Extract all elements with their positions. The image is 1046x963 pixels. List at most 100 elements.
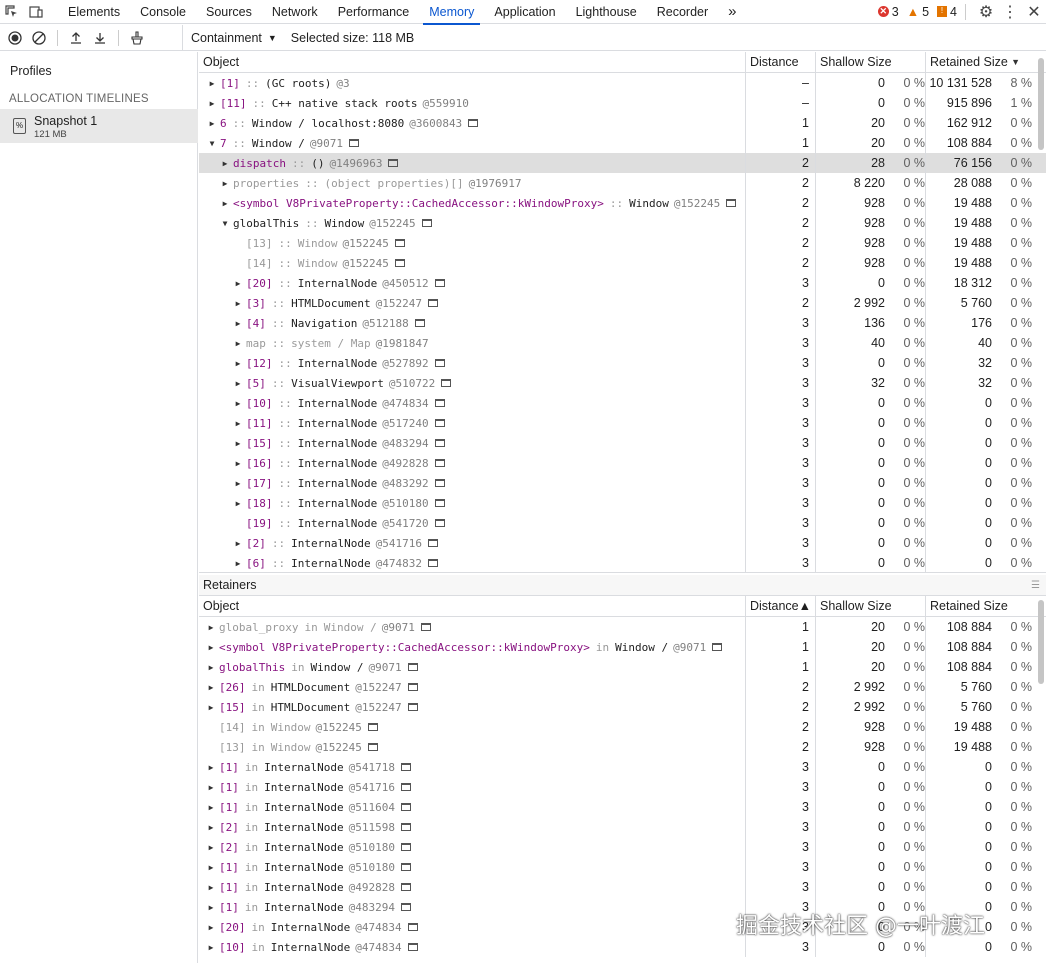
inspect-element-icon[interactable] — [0, 0, 24, 24]
heap-row[interactable]: ▶ 6:: Window / localhost:8080 @3600843 1 20 0 … — [199, 113, 1046, 133]
scrollbar[interactable] — [1038, 58, 1044, 150]
tab-lighthouse[interactable]: Lighthouse — [566, 0, 647, 24]
reveal-in-panel-icon[interactable] — [434, 419, 445, 427]
heap-row[interactable]: ▶ [20]:: InternalNode @450512 3 0 0 % 18 312 0 % — [199, 273, 1046, 293]
close-icon[interactable]: ✕ — [1022, 0, 1046, 24]
reveal-in-panel-icon[interactable] — [726, 199, 737, 207]
warning-count[interactable]: ▲ 5 — [907, 5, 929, 19]
expand-arrow-icon[interactable]: ▶ — [206, 703, 216, 712]
tab-console[interactable]: Console — [130, 0, 196, 24]
heap-row[interactable]: ▶ [12]:: InternalNode @527892 3 0 0 % 32 0 % — [199, 353, 1046, 373]
heap-row[interactable]: ▶ map:: system / Map @1981847 3 40 0 % 40 0 % — [199, 333, 1046, 353]
tab-application[interactable]: Application — [484, 0, 565, 24]
expand-arrow-icon[interactable]: ▶ — [233, 399, 243, 408]
reveal-in-panel-icon[interactable] — [427, 299, 438, 307]
reveal-in-panel-icon[interactable] — [388, 159, 399, 167]
reveal-in-panel-icon[interactable] — [407, 923, 418, 931]
column-retained-size[interactable]: Retained Size ▼ — [926, 52, 1036, 73]
reveal-in-panel-icon[interactable] — [400, 863, 411, 871]
tab-performance[interactable]: Performance — [328, 0, 420, 24]
expand-arrow-icon[interactable]: ▶ — [206, 683, 216, 692]
expand-arrow-icon[interactable]: ▶ — [207, 119, 217, 128]
heap-row[interactable]: ▶ [3]:: HTMLDocument @152247 2 2 992 0 % 5 760 0… — [199, 293, 1046, 313]
reveal-in-panel-icon[interactable] — [420, 623, 431, 631]
heap-row[interactable]: ▶ [6]:: InternalNode @474832 3 0 0 % 0 0 % — [199, 553, 1046, 573]
more-options-icon[interactable]: ⋮ — [998, 0, 1022, 24]
tab-sources[interactable]: Sources — [196, 0, 262, 24]
reveal-in-panel-icon[interactable] — [712, 643, 723, 651]
upload-icon[interactable] — [64, 26, 88, 50]
heap-row[interactable]: ▶ [18]:: InternalNode @510180 3 0 0 % 0 0 % — [199, 493, 1046, 513]
expand-arrow-icon[interactable]: ▶ — [206, 883, 216, 892]
expanded-arrow-icon[interactable]: ▼ — [220, 219, 230, 228]
retainer-row[interactable]: ▶ [26] in HTMLDocument @152247 2 2 992 0 % 5 760… — [199, 677, 1046, 697]
heap-row[interactable]: ▶ properties:: (object properties)[] @19769… — [199, 173, 1046, 193]
reveal-in-panel-icon[interactable] — [407, 703, 418, 711]
reveal-in-panel-icon[interactable] — [468, 119, 479, 127]
snapshot-item[interactable]: % Snapshot 1 121 MB — [0, 109, 198, 143]
expand-arrow-icon[interactable]: ▶ — [233, 439, 243, 448]
retainer-row[interactable]: ▶ [1] in InternalNode @510180 3 0 0 % 0 0 % — [199, 857, 1046, 877]
reveal-in-panel-icon[interactable] — [407, 683, 418, 691]
retainer-row[interactable]: ▶ [1] in InternalNode @511604 3 0 0 % 0 0 % — [199, 797, 1046, 817]
tab-recorder[interactable]: Recorder — [647, 0, 718, 24]
heap-row[interactable]: ▶ [16]:: InternalNode @492828 3 0 0 % 0 0 % — [199, 453, 1046, 473]
expand-arrow-icon[interactable]: ▶ — [220, 179, 230, 188]
expand-arrow-icon[interactable]: ▶ — [233, 379, 243, 388]
retainer-row[interactable]: ▶ [1] in InternalNode @492828 3 0 0 % 0 0 % — [199, 877, 1046, 897]
expand-arrow-icon[interactable]: ▶ — [206, 943, 216, 952]
expanded-arrow-icon[interactable]: ▼ — [207, 139, 217, 148]
clear-icon[interactable] — [27, 26, 51, 50]
expand-arrow-icon[interactable]: ▶ — [206, 803, 216, 812]
retainer-row[interactable]: [13] in Window @152245 2 928 0 % 19 488 0 % — [199, 737, 1046, 757]
reveal-in-panel-icon[interactable] — [441, 379, 452, 387]
ret-column-retained-size[interactable]: Retained Size — [926, 596, 1036, 617]
download-icon[interactable] — [88, 26, 112, 50]
heap-row[interactable]: [13]:: Window @152245 2 928 0 % 19 488 0 % — [199, 233, 1046, 253]
reveal-in-panel-icon[interactable] — [434, 359, 445, 367]
reveal-in-panel-icon[interactable] — [367, 743, 378, 751]
view-select[interactable]: Containment ▼ — [191, 31, 277, 45]
ret-column-distance[interactable]: Distance▲ — [746, 595, 816, 617]
heap-row[interactable]: ▶ [17]:: InternalNode @483292 3 0 0 % 0 0 % — [199, 473, 1046, 493]
retainer-row[interactable]: ▶ [1] in InternalNode @541716 3 0 0 % 0 0 % — [199, 777, 1046, 797]
reveal-in-panel-icon[interactable] — [427, 559, 438, 567]
expand-arrow-icon[interactable]: ▶ — [206, 623, 216, 632]
error-count[interactable]: ✕ 3 — [877, 5, 899, 19]
expand-arrow-icon[interactable]: ▶ — [233, 319, 243, 328]
heap-row[interactable]: ▶ [11]:: C++ native stack roots @559910–0 0 … — [199, 93, 1046, 113]
expand-arrow-icon[interactable]: ▶ — [233, 359, 243, 368]
ret-column-shallow-size[interactable]: Shallow Size — [816, 595, 926, 617]
retainer-row[interactable]: ▶ <symbol V8PrivateProperty::CachedAccess… — [199, 637, 1046, 657]
expand-arrow-icon[interactable]: ▶ — [233, 479, 243, 488]
reveal-in-panel-icon[interactable] — [348, 139, 359, 147]
heap-row[interactable]: [19]:: InternalNode @541720 3 0 0 % 0 0 % — [199, 513, 1046, 533]
reveal-in-panel-icon[interactable] — [434, 479, 445, 487]
retainer-row[interactable]: [14] in Window @152245 2 928 0 % 19 488 0 % — [199, 717, 1046, 737]
expand-arrow-icon[interactable]: ▶ — [207, 79, 217, 88]
reveal-in-panel-icon[interactable] — [400, 803, 411, 811]
expand-arrow-icon[interactable]: ▶ — [206, 643, 216, 652]
reveal-in-panel-icon[interactable] — [400, 903, 411, 911]
column-shallow-size[interactable]: Shallow Size — [816, 51, 926, 73]
reveal-in-panel-icon[interactable] — [434, 279, 445, 287]
collect-garbage-icon[interactable] — [125, 26, 149, 50]
expand-arrow-icon[interactable]: ▶ — [233, 539, 243, 548]
heap-row[interactable]: ▶ [5]:: VisualViewport @510722 3 32 0 % 32 0 % — [199, 373, 1046, 393]
expand-arrow-icon[interactable]: ▶ — [233, 559, 243, 568]
heap-row[interactable]: ▶ [11]:: InternalNode @517240 3 0 0 % 0 0 % — [199, 413, 1046, 433]
reveal-in-panel-icon[interactable] — [400, 763, 411, 771]
expand-arrow-icon[interactable]: ▶ — [206, 903, 216, 912]
retainer-row[interactable]: ▶ global_proxy in Window / @9071 1 20 0 % 108 88… — [199, 617, 1046, 637]
retainer-row[interactable]: ▶ [15] in HTMLDocument @152247 2 2 992 0 % 5 760… — [199, 697, 1046, 717]
tab-network[interactable]: Network — [262, 0, 328, 24]
expand-arrow-icon[interactable]: ▶ — [206, 763, 216, 772]
expand-arrow-icon[interactable]: ▶ — [206, 843, 216, 852]
expand-arrow-icon[interactable]: ▶ — [206, 783, 216, 792]
heap-row[interactable]: ▼ globalThis:: Window @152245 2 928 0 % 19 488 0… — [199, 213, 1046, 233]
expand-arrow-icon[interactable]: ▶ — [233, 419, 243, 428]
retainer-row[interactable]: ▶ [2] in InternalNode @510180 3 0 0 % 0 0 % — [199, 837, 1046, 857]
reveal-in-panel-icon[interactable] — [427, 539, 438, 547]
reveal-in-panel-icon[interactable] — [394, 259, 405, 267]
drag-handle-icon[interactable]: ☰ — [1031, 580, 1040, 591]
